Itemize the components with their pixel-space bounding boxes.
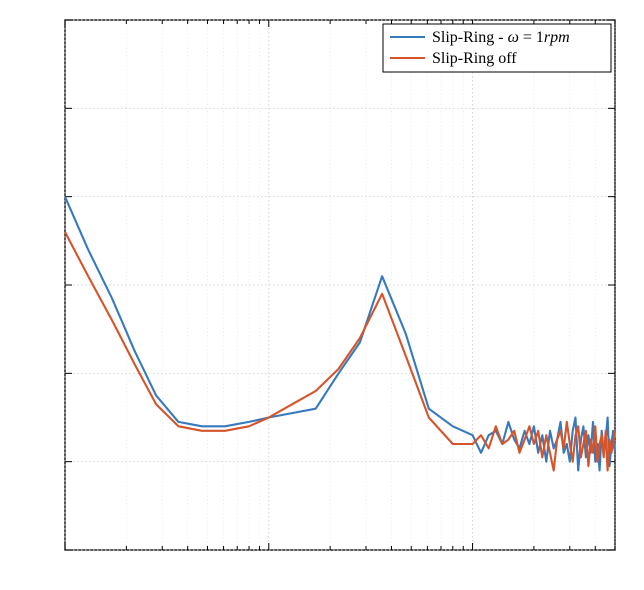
- spectrum-chart: Slip-Ring - ω = 1rpm Slip-Ring off: [0, 0, 644, 590]
- legend: Slip-Ring - ω = 1rpm Slip-Ring off: [383, 24, 611, 72]
- series-slip-ring-1rpm: [65, 197, 615, 471]
- grid-y-major: [65, 20, 615, 550]
- series-group: [65, 197, 615, 471]
- legend-label-0: Slip-Ring - ω = 1rpm: [432, 29, 570, 46]
- legend-label-1: Slip-Ring off: [432, 50, 517, 67]
- plot-area: Slip-Ring - ω = 1rpm Slip-Ring off: [65, 20, 615, 550]
- x-ticks: [65, 20, 615, 550]
- series-slip-ring-off: [65, 232, 615, 471]
- axes-frame: [65, 20, 615, 550]
- y-ticks: [65, 20, 615, 550]
